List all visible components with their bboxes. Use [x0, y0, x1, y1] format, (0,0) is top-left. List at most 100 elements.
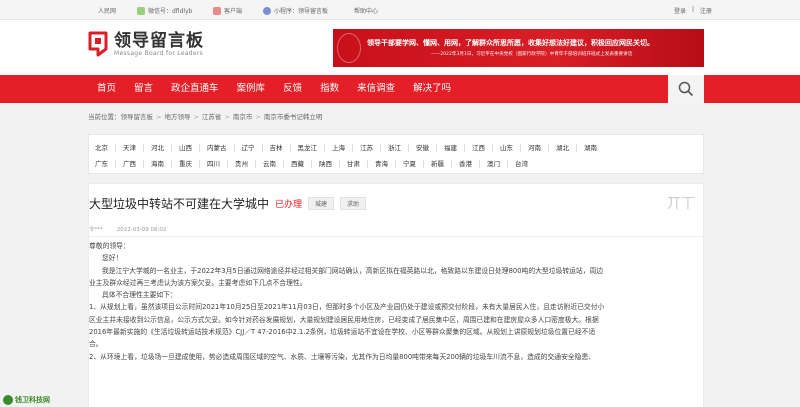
help-label: 帮助中心 [354, 8, 379, 15]
region-link[interactable]: 澳门 [487, 160, 508, 168]
region-link[interactable]: 台湾 [515, 160, 535, 168]
banner-quote: 领导干部要学网、懂网、用网，了解群众所思所愿，收集好想法好建议，积极回应网民关切… [367, 39, 654, 47]
site-link-label: 人民网 [98, 8, 117, 15]
login-link[interactable]: 登录 [674, 6, 686, 15]
author-name: 令*** [89, 227, 103, 233]
region-selector: 北京 天津 河北 山西 内蒙古 辽宁 吉林 黑龙江 上海 江苏 浙江 安徽 福建… [88, 134, 704, 174]
region-link[interactable]: 新疆 [431, 160, 452, 168]
message-meta: 令*** 2022-03-09 08:02 [89, 225, 166, 233]
region-link[interactable]: 河北 [151, 144, 172, 152]
breadcrumb-item[interactable]: 地方领导 [164, 113, 190, 121]
font-size-toggle[interactable]: 丌丅 [667, 193, 695, 213]
help-link[interactable]: 帮助中心 [354, 6, 378, 15]
region-link[interactable]: 云南 [263, 160, 284, 168]
wechat-icon [137, 6, 145, 15]
region-link[interactable]: 天津 [123, 144, 144, 152]
nav-item-index[interactable]: 指数 [311, 75, 348, 103]
body-paragraph: 2、从环境上看，垃圾场一旦建成使用，势必造成周围区域的空气、水质、土壤等污染，尤… [89, 352, 596, 361]
breadcrumb-item[interactable]: 南京市 [233, 113, 253, 121]
search-icon [678, 81, 694, 97]
breadcrumb-prefix: 当前位置： [88, 113, 121, 121]
client-link[interactable]: 客户端 [213, 6, 242, 15]
phone-icon [213, 6, 221, 15]
status-badge: 已办理 [275, 200, 303, 210]
logo-subtitle: Message Board for Leaders [114, 49, 204, 57]
body-paragraph: 业主及群众经过再三考虑认为该方案欠妥。主要考虑如下几点不合理性。 [89, 278, 307, 287]
body-paragraph: 我是江宁大学城的一名业主，于2022年3月5日通过网络途径并经过相关部门网站确认… [102, 266, 604, 275]
region-link[interactable]: 香港 [459, 160, 480, 168]
emblem-icon [337, 33, 361, 63]
divider [89, 236, 705, 237]
region-link[interactable]: 海南 [151, 160, 172, 168]
message-body: 尊敬的领导： 您好！ 我是江宁大学城的一名业主，于2022年3月5日通过网络途径… [89, 240, 703, 363]
category-tag[interactable]: 城建 [308, 197, 335, 210]
nav-item-home[interactable]: 首页 [88, 75, 125, 103]
region-link[interactable]: 江西 [472, 144, 493, 152]
nav-item-feedback[interactable]: 反馈 [274, 75, 311, 103]
region-link[interactable]: 福建 [444, 144, 465, 152]
region-link[interactable]: 吉林 [270, 144, 291, 152]
region-link[interactable]: 青海 [375, 160, 396, 168]
region-link[interactable]: 山西 [179, 144, 200, 152]
nav-item-enterprise[interactable]: 政企直通车 [162, 75, 228, 103]
hello-line: 您好！ [102, 254, 123, 263]
quote-banner[interactable]: 领导干部要学网、懂网、用网，了解群众所思所愿，收集好想法好建议，积极回应网民关切… [333, 29, 704, 67]
breadcrumb-item[interactable]: 江苏省 [202, 113, 222, 121]
nav-item-survey[interactable]: 来信调查 [348, 75, 404, 103]
watermark-logo-icon [3, 395, 13, 405]
miniapp-link[interactable]: 小程序：领导留言板 [263, 6, 328, 15]
region-link[interactable]: 贵州 [235, 160, 256, 168]
region-link[interactable]: 湖南 [584, 144, 604, 152]
region-link[interactable]: 安徽 [416, 144, 437, 152]
breadcrumb-item[interactable]: 领导留言板 [121, 113, 154, 121]
region-link[interactable]: 宁夏 [403, 160, 424, 168]
body-paragraph: 具体不合理性主要如下： [102, 291, 177, 300]
nav-item-cases[interactable]: 案例库 [228, 75, 275, 103]
miniapp-label: 小程序：领导留言板 [274, 8, 329, 15]
watermark-text: 钱卫科技网 [15, 396, 50, 404]
region-link[interactable]: 广东 [95, 160, 116, 168]
region-link[interactable]: 河南 [528, 144, 549, 152]
breadcrumb-separator: > [255, 113, 261, 121]
top-utility-bar: 人民网 微信号：dfldlyb 客户端 小程序：领导留言板 帮助中心 登录 | … [0, 0, 800, 20]
region-link[interactable]: 辽宁 [242, 144, 263, 152]
region-link[interactable]: 上海 [332, 144, 353, 152]
logo-mark-icon [88, 31, 108, 57]
search-button[interactable] [668, 75, 704, 103]
body-paragraph: 1、从规划上看，虽然该项目公示时间2021年10月25日至2021年11月03日… [89, 303, 605, 312]
region-link[interactable]: 广西 [123, 160, 144, 168]
breadcrumb-separator: > [156, 113, 162, 121]
region-link[interactable]: 江苏 [360, 144, 381, 152]
message-article: 大型垃圾中转站不可建在大学城中 已办理 城建 求助 丌丅 令*** 2022-03… [88, 183, 705, 407]
body-paragraph: 区业主并未接收到公示信息，公示方式欠妥。如今针对药谷发展规划，大量规划建设居民用… [89, 315, 599, 324]
region-link[interactable]: 黑龙江 [298, 144, 325, 152]
breadcrumb-item[interactable]: 南京市委书记韩立明 [264, 113, 323, 121]
nav-item-solved[interactable]: 解决了吗 [404, 75, 460, 103]
main-nav: 首页 留言 政企直通车 案例库 反馈 指数 来信调查 解决了吗 [0, 75, 800, 103]
post-date: 2022-03-09 08:02 [116, 227, 167, 233]
region-link[interactable]: 重庆 [179, 160, 200, 168]
message-title: 大型垃圾中转站不可建在大学城中 [89, 197, 270, 211]
register-link[interactable]: 注册 [700, 6, 712, 15]
watermark: 钱卫科技网 [3, 395, 50, 405]
region-link[interactable]: 甘肃 [347, 160, 368, 168]
site-logo[interactable]: 领导留言板 Message Board for Leaders [88, 31, 204, 57]
region-link[interactable]: 内蒙古 [207, 144, 235, 152]
site-link[interactable]: 人民网 [98, 6, 116, 15]
body-paragraph: 2016年最新实施的《生活垃圾转运站技术规范》CJJ／T 47-2016中2.1… [89, 328, 596, 337]
nav-item-message[interactable]: 留言 [125, 75, 162, 103]
region-link[interactable]: 湖北 [556, 144, 577, 152]
region-link[interactable]: 西藏 [291, 160, 312, 168]
miniapp-icon [263, 6, 271, 15]
region-link[interactable]: 陕西 [319, 160, 340, 168]
region-link[interactable]: 山东 [500, 144, 521, 152]
region-link[interactable]: 北京 [95, 144, 116, 152]
region-link[interactable]: 四川 [207, 160, 228, 168]
wechat-link[interactable]: 微信号：dfldlyb [137, 6, 192, 15]
logo-title: 领导留言板 [114, 30, 204, 51]
topbar-divider: | [691, 6, 694, 13]
region-link[interactable]: 浙江 [388, 144, 409, 152]
category-tag[interactable]: 求助 [340, 197, 367, 210]
wechat-label: 微信号：dfldlyb [148, 8, 193, 15]
region-row: 广东 广西 海南 重庆 四川 贵州 云南 西藏 陕西 甘肃 青海 宁夏 新疆 香… [95, 156, 697, 172]
